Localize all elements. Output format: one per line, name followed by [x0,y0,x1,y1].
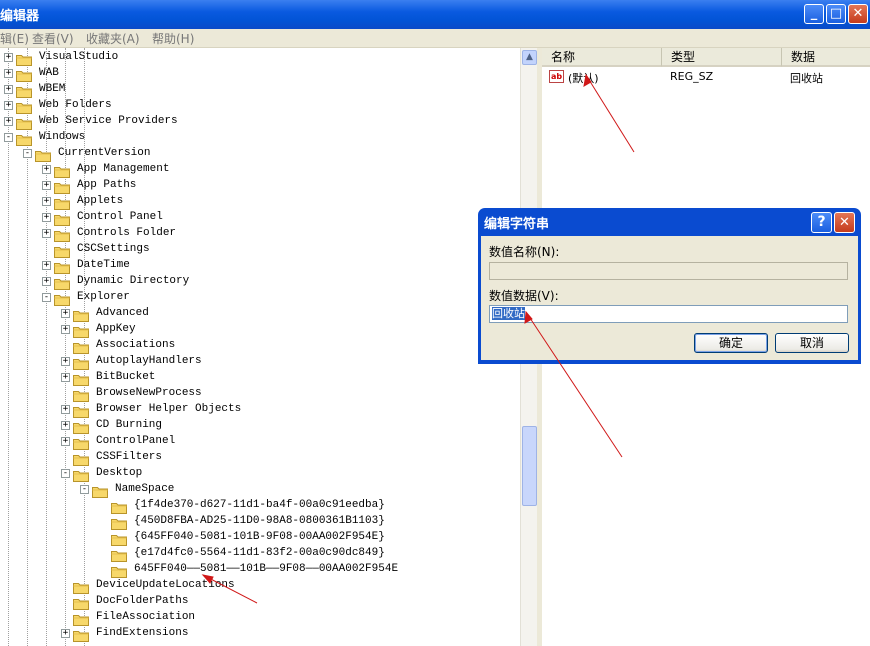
arrow-head-icon [524,310,533,324]
arrow-head-icon [583,73,592,87]
arrow-to-value-data [525,311,623,458]
arrow-to-default-value [585,74,635,153]
arrow-head-icon [201,574,214,584]
annotation-arrows [201,73,635,604]
